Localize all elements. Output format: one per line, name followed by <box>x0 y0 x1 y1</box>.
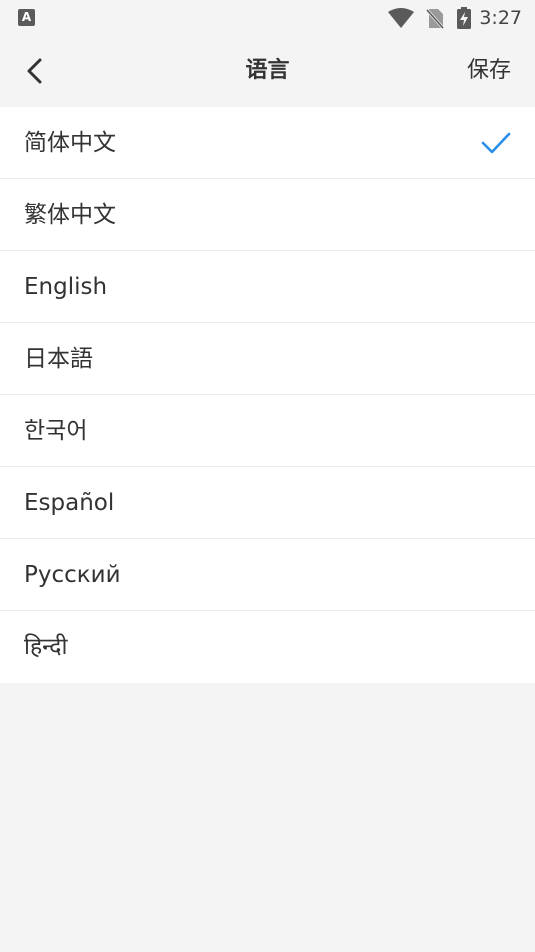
language-label: 繁体中文 <box>24 202 116 228</box>
wifi-icon <box>388 8 414 28</box>
language-item-zh-hans[interactable]: 简体中文 <box>0 107 535 179</box>
battery-charging-icon <box>457 7 471 29</box>
language-item-zh-hant[interactable]: 繁体中文 <box>0 179 535 251</box>
language-label: English <box>24 274 108 300</box>
language-item-korean[interactable]: 한국어 <box>0 395 535 467</box>
save-button[interactable]: 保存 <box>467 36 511 106</box>
language-item-english[interactable]: English <box>0 251 535 323</box>
checkmark-icon <box>481 132 511 154</box>
chevron-left-icon <box>27 58 42 84</box>
keyboard-a-icon: A <box>18 9 35 26</box>
language-item-spanish[interactable]: Español <box>0 467 535 539</box>
language-item-hindi[interactable]: हिन्दी <box>0 611 535 683</box>
no-sim-icon <box>426 9 444 29</box>
language-label: हिन्दी <box>24 634 68 660</box>
status-time: 3:27 <box>479 7 522 29</box>
language-item-japanese[interactable]: 日本語 <box>0 323 535 395</box>
header: 语言 保存 <box>0 36 535 106</box>
language-list: 简体中文 繁体中文 English 日本語 한국어 Español Русски… <box>0 107 535 683</box>
language-label: Español <box>24 490 115 516</box>
back-button[interactable] <box>18 52 56 90</box>
language-label: 한국어 <box>24 418 88 444</box>
status-bar: A 3:27 <box>0 0 535 36</box>
language-label: 日本語 <box>24 346 93 372</box>
page-title: 语言 <box>245 58 290 83</box>
keyboard-a-letter: A <box>21 10 32 24</box>
language-label: Русский <box>24 562 121 588</box>
language-label: 简体中文 <box>24 130 116 156</box>
language-item-russian[interactable]: Русский <box>0 539 535 611</box>
